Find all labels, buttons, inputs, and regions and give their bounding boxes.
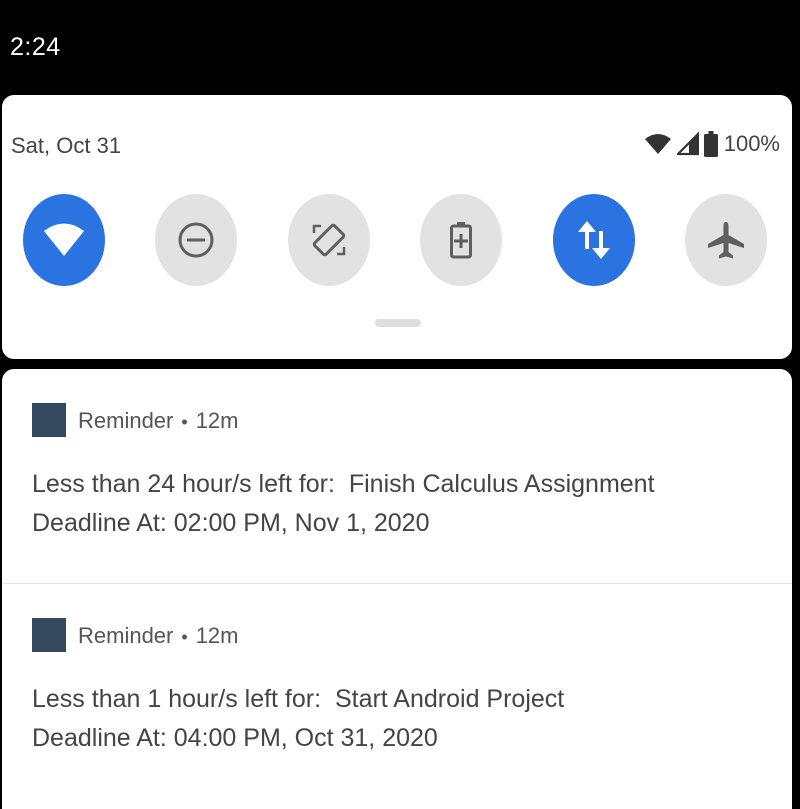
wifi-icon <box>44 223 84 256</box>
notification-time: 12m <box>195 408 239 433</box>
notification-header: Reminder • 12m <box>78 623 238 649</box>
qs-status-icons: 100% <box>644 129 780 159</box>
tile-mobile-data[interactable] <box>553 194 635 286</box>
notification-title: Less than 1 hour/s left for: Start Andro… <box>32 685 565 713</box>
app-icon <box>32 403 66 437</box>
header-separator: • <box>181 627 188 647</box>
battery-saver-icon <box>450 222 472 259</box>
tile-wifi[interactable] <box>23 194 105 286</box>
cellular-signal-icon <box>676 132 699 156</box>
notification-title: Less than 24 hour/s left for: Finish Cal… <box>32 470 655 498</box>
airplane-icon <box>708 222 744 259</box>
tile-auto-rotate[interactable] <box>288 194 370 286</box>
notification-time: 12m <box>195 623 239 648</box>
qs-date: Sat, Oct 31 <box>11 133 122 158</box>
battery-icon <box>703 131 718 157</box>
auto-rotate-icon <box>312 223 346 257</box>
qs-drag-handle[interactable] <box>375 319 421 327</box>
app-name: Reminder <box>78 408 174 433</box>
wifi-icon <box>644 134 671 154</box>
notification-text: Deadline At: 04:00 PM, Oct 31, 2020 <box>32 724 438 752</box>
tile-airplane-mode[interactable] <box>685 194 767 286</box>
notification-header: Reminder • 12m <box>78 408 238 434</box>
header-separator: • <box>181 412 188 432</box>
tile-battery-saver[interactable] <box>420 194 502 286</box>
notification-list: Reminder • 12m Less than 24 hour/s left fo… <box>2 369 792 809</box>
notification-card[interactable]: Reminder • 12m Less than 1 hour/s left for… <box>2 583 792 798</box>
app-name: Reminder <box>78 623 174 648</box>
battery-level-text: 100% <box>723 131 780 156</box>
tile-do-not-disturb[interactable] <box>155 194 237 286</box>
status-time: 2:24 <box>10 33 61 61</box>
quick-settings-panel[interactable]: Sat, Oct 31 100% <box>2 95 792 359</box>
do-not-disturb-icon <box>178 222 214 258</box>
notification-text: Deadline At: 02:00 PM, Nov 1, 2020 <box>32 509 430 537</box>
notification-card[interactable]: Reminder • 12m Less than 24 hour/s left fo… <box>2 369 792 583</box>
app-icon <box>32 618 66 652</box>
data-transfer-icon <box>578 221 610 259</box>
